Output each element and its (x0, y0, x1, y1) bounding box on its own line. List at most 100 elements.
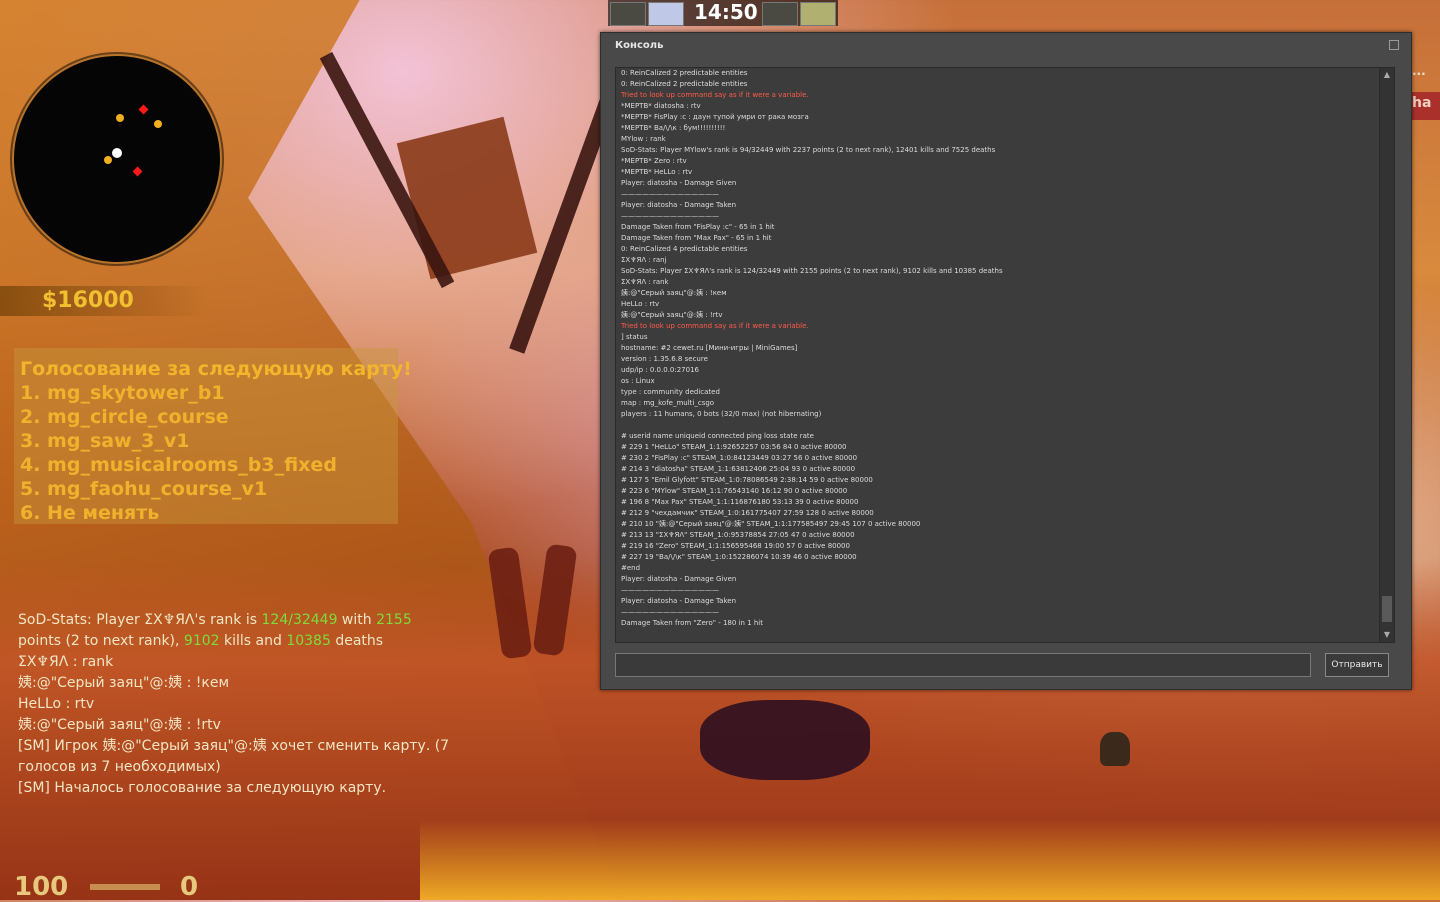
console-line: # 229 1 "HeLLo" STEAM_1:1:92652257 03:56… (621, 443, 847, 451)
enemy-player-model (1100, 732, 1130, 766)
console-line: 姨:@"Серый заяц"@:姨 : !rtv (621, 311, 723, 319)
chat-line: голосов из 7 необходимых) (18, 759, 221, 775)
teammate-dot (116, 114, 124, 122)
scrollbar-thumb[interactable] (1382, 596, 1392, 622)
enemy-marker (132, 166, 143, 177)
player-avatar (610, 2, 646, 26)
vote-option[interactable]: 4. mg_musicalrooms_b3_fixed (20, 454, 337, 476)
console-line: —————————————— (621, 608, 719, 616)
console-scrollbar[interactable]: ▲ ▼ (1379, 67, 1395, 643)
armor-value: 0 (180, 872, 199, 902)
console-line: hostname: #2 cewet.ru [Мини-игры | MiniG… (621, 344, 798, 352)
vote-option[interactable]: 2. mg_circle_course (20, 406, 229, 428)
console-line: Tried to look up command say as if it we… (621, 322, 809, 330)
console-line: Damage Taken from "Max Pax" - 65 in 1 hi… (621, 234, 772, 242)
send-button[interactable]: Отправить (1325, 653, 1389, 677)
console-line: HeLLo : rtv (621, 300, 660, 308)
console-line: # 212 9 "чехдамчик" STEAM_1:0:161775407 … (621, 509, 874, 517)
console-line: —————————————— (621, 190, 719, 198)
console-line: ] status (621, 333, 648, 341)
console-line: map : mg_kofe_multi_csgo (621, 399, 715, 407)
vote-option[interactable]: 1. mg_skytower_b1 (20, 382, 225, 404)
chat-line: SoD-Stats: Player ΣX♆ЯΛ's rank is 124/32… (18, 612, 412, 628)
scroll-up-icon[interactable]: ▲ (1382, 70, 1392, 80)
console-line: # 196 8 "Max Pax" STEAM_1:1:116876180 53… (621, 498, 859, 506)
chat-line: ΣX♆ЯΛ : rank (18, 654, 114, 670)
map-vote-panel: Голосование за следующую карту! 1. mg_sk… (14, 348, 412, 524)
chat-line: [SM] Началось голосование за следующую к… (18, 780, 387, 796)
teammate-dot (104, 156, 112, 164)
chat-line: 姨:@"Серый заяц"@:姨 : !rtv (18, 717, 221, 733)
console-line: # 213 13 "ΣX♆ЯΛ" STEAM_1:0:95378854 27:0… (621, 531, 855, 539)
money-amount: $16000 (42, 288, 134, 313)
console-line: SoD-Stats: Player ΣX♆ЯΛ's rank is 124/32… (621, 267, 1003, 275)
console-title: Консоль (615, 40, 664, 51)
console-line: # 214 3 "diatosha" STEAM_1:1:63812406 25… (621, 465, 856, 473)
wooden-crate (396, 116, 538, 280)
player-avatar (800, 2, 836, 26)
console-line: *МЕРТВ* Ba/\/\к : бум!!!!!!!!!! (621, 124, 726, 132)
console-line: Player: diatosha - Damage Taken (621, 597, 737, 605)
teammate-dot (154, 120, 162, 128)
round-timer: 14:50 (694, 0, 758, 24)
rock-debris (700, 700, 870, 780)
console-line: players : 11 humans, 0 bots (32/0 max) (… (621, 410, 822, 418)
console-line: # 230 2 "FisPlay :c" STEAM_1:0:84123449 … (621, 454, 858, 462)
console-output[interactable]: 0: ReinCalized 2 predictable entities 0: … (615, 67, 1381, 643)
console-line: *МЕРТВ* Zero : rtv (621, 157, 687, 165)
player-avatar (648, 2, 684, 26)
console-line: —————————————— (621, 212, 719, 220)
money-panel: $16000 (0, 286, 210, 316)
offscreen-label: ha (1410, 92, 1440, 120)
scroll-down-icon[interactable]: ▼ (1382, 630, 1392, 640)
console-line: udp/ip : 0.0.0.0:27016 (621, 366, 699, 374)
close-icon[interactable] (1389, 40, 1399, 50)
console-line: MYlow : rank (621, 135, 666, 143)
chat-line: points (2 to next rank), 9102 kills and … (18, 633, 384, 649)
console-line: SoD-Stats: Player MYlow's rank is 94/324… (621, 146, 996, 154)
chat-line: HeLLo : rtv (18, 696, 95, 712)
console-line: ΣX♆ЯΛ : ranj (621, 256, 667, 264)
vote-option[interactable]: 3. mg_saw_3_v1 (20, 430, 189, 452)
vote-option[interactable]: 5. mg_faohu_course_v1 (20, 478, 267, 500)
console-line: version : 1.35.6.8 secure (621, 355, 708, 363)
chat-line: [SM] Игрок 姨:@"Серый заяц"@:姨 хочет смен… (18, 738, 450, 754)
player-position-icon (112, 148, 122, 158)
player-avatar (762, 2, 798, 26)
console-line: *МЕРТВ* HeLLo : rtv (621, 168, 693, 176)
console-line: #end (621, 564, 641, 572)
console-line: —————————————— (621, 586, 719, 594)
console-line: type : community dedicated (621, 388, 720, 396)
health-bar (90, 884, 160, 890)
console-line: Player: diatosha - Damage Given (621, 575, 737, 583)
enemy-marker (138, 104, 149, 115)
lava-glow (420, 820, 1440, 900)
chat-log: SoD-Stats: Player ΣX♆ЯΛ's rank is 124/32… (18, 610, 450, 799)
vote-option[interactable]: 6. Не менять (20, 502, 159, 524)
console-line: # 127 5 "Emil Glyfott" STEAM_1:0:7808654… (621, 476, 873, 484)
console-line: 0: ReinCalized 4 predictable entities (621, 245, 748, 253)
console-line: # 223 6 "MYlow" STEAM_1:1:76543140 16:12… (621, 487, 848, 495)
health-value: 100 (14, 872, 69, 902)
console-line: # 219 16 "Zero" STEAM_1:1:156595468 19:0… (621, 542, 850, 550)
console-window[interactable]: Консоль 0: ReinCalized 2 predictable ent… (600, 32, 1412, 690)
console-line: os : Linux (621, 377, 655, 385)
radar-minimap (12, 54, 222, 264)
console-line: # userid name uniqueid connected ping lo… (621, 432, 814, 440)
console-line: Player: diatosha - Damage Given (621, 179, 737, 187)
console-line: *МЕРТВ* diatosha : rtv (621, 102, 701, 110)
console-command-input[interactable] (615, 653, 1311, 677)
console-line: ΣX♆ЯΛ : rank (621, 278, 669, 286)
console-line: Damage Taken from "Zero" - 180 in 1 hit (621, 619, 763, 627)
console-line: Damage Taken from "FisPlay :c" - 65 in 1… (621, 223, 775, 231)
console-line: Tried to look up command say as if it we… (621, 91, 809, 99)
console-line: # 210 10 "姨:@"Серый заяц"@:姨" STEAM_1:1:… (621, 520, 921, 528)
console-line: 0: ReinCalized 2 predictable entities (621, 80, 748, 88)
console-line: 姨:@"Серый заяц"@:姨 : !кем (621, 289, 727, 297)
vote-title: Голосование за следующую карту! (20, 358, 412, 380)
console-line: 0: ReinCalized 2 predictable entities (621, 69, 748, 77)
console-line: # 227 19 "Ba/\/\к" STEAM_1:0:152286074 1… (621, 553, 857, 561)
offscreen-ellipsis: ... (1412, 64, 1426, 78)
console-line: *МЕРТВ* FisPlay :c : даун тупой умри от … (621, 113, 809, 121)
